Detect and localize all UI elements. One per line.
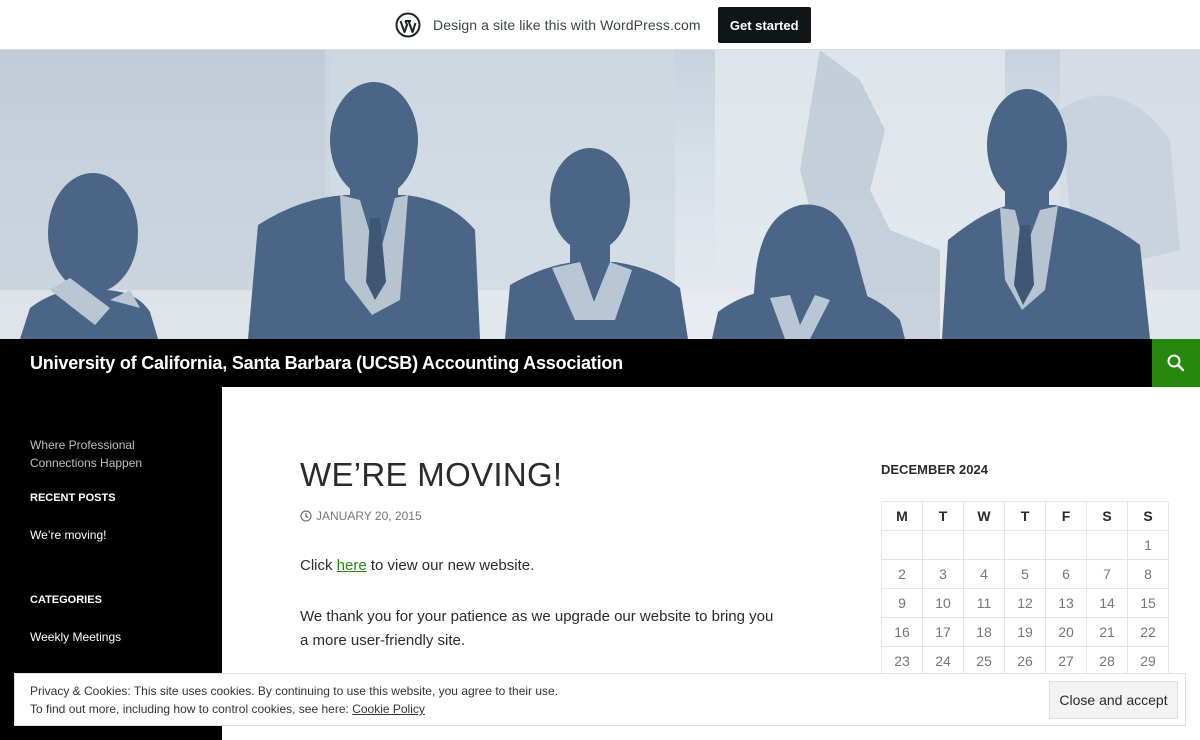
calendar-day-header: S <box>1127 501 1169 531</box>
calendar-day-cell: 19 <box>1004 617 1046 647</box>
cookie-line-2: To find out more, including how to contr… <box>30 700 558 718</box>
calendar-week-row: 1 <box>881 530 1169 560</box>
calendar-day-cell: 10 <box>922 588 964 618</box>
search-toggle-button[interactable] <box>1152 339 1200 387</box>
calendar-day-cell: 8 <box>1127 559 1169 589</box>
calendar-day-cell: 26 <box>1004 646 1046 676</box>
cookie-banner: Privacy & Cookies: This site uses cookie… <box>14 673 1186 726</box>
calendar-day-header: F <box>1045 501 1087 531</box>
calendar-empty-cell <box>1004 530 1046 560</box>
calendar-day-header: S <box>1086 501 1128 531</box>
wordpress-banner: Design a site like this with WordPress.c… <box>0 0 1200 50</box>
calendar-day-cell: 13 <box>1045 588 1087 618</box>
calendar-day-header: T <box>1004 501 1046 531</box>
header-image[interactable] <box>0 50 1200 339</box>
calendar-day-cell: 3 <box>922 559 964 589</box>
calendar-week-row: 16 17 18 19 20 21 22 <box>881 617 1169 647</box>
calendar-day-cell: 21 <box>1086 617 1128 647</box>
calendar-week-row: 9 10 11 12 13 14 15 <box>881 588 1169 618</box>
wordpress-logo-icon[interactable] <box>395 12 421 38</box>
calendar-empty-cell <box>922 530 964 560</box>
site-tagline: Where Professional Connections Happen <box>30 438 143 470</box>
calendar-day-cell: 27 <box>1045 646 1087 676</box>
calendar-day-cell: 6 <box>1045 559 1087 589</box>
wordpress-banner-text[interactable]: Design a site like this with WordPress.c… <box>433 17 701 33</box>
post-paragraph-1: Click here to view our new website. <box>300 557 534 574</box>
calendar-header-row: M T W T F S S <box>881 501 1169 531</box>
calendar-day-cell: 9 <box>881 588 923 618</box>
calendar-day-cell: 25 <box>963 646 1005 676</box>
calendar-day-header: W <box>963 501 1005 531</box>
calendar-day-cell: 15 <box>1127 588 1169 618</box>
calendar-week-row: 23 24 25 26 27 28 29 <box>881 646 1169 676</box>
get-started-button[interactable]: Get started <box>717 7 811 43</box>
calendar-day-cell: 29 <box>1127 646 1169 676</box>
site-header-bar: University of California, Santa Barbara … <box>0 339 1200 387</box>
calendar-day-cell: 28 <box>1086 646 1128 676</box>
calendar-day-cell: 4 <box>963 559 1005 589</box>
header-silhouettes-image <box>0 50 1200 339</box>
p1-after-text: to view our new website. <box>366 557 535 574</box>
calendar-day-cell: 11 <box>963 588 1005 618</box>
calendar-day-cell: 14 <box>1086 588 1128 618</box>
post-date-text: JANUARY 20, 2015 <box>316 509 422 523</box>
calendar-empty-cell <box>1086 530 1128 560</box>
calendar-table: M T W T F S S 1 2 3 4 5 6 7 8 9 10 11 12 13 14 15 16 17 1… <box>881 501 1169 676</box>
post-title[interactable]: WE’RE MOVING! <box>300 456 562 494</box>
calendar-empty-cell <box>1045 530 1087 560</box>
categories-heading: CATEGORIES <box>30 594 102 606</box>
cookie-policy-link[interactable]: Cookie Policy <box>352 702 425 716</box>
calendar-week-row: 2345678 <box>881 559 1169 589</box>
calendar-caption: DECEMBER 2024 <box>881 462 988 477</box>
cookie-line-1: Privacy & Cookies: This site uses cookie… <box>30 684 559 698</box>
calendar-body: 1 2 3 4 5 6 7 8 9 10 11 12 13 14 15 16 17 18 19 20 21 22 23 24 2… <box>881 530 1169 676</box>
category-link-weekly-meetings[interactable]: Weekly Meetings <box>30 630 121 644</box>
calendar-empty-cell <box>881 530 923 560</box>
clock-icon <box>300 510 312 522</box>
cookie-line-2-prefix: To find out more, including how to contr… <box>30 702 353 716</box>
recent-post-link[interactable]: We’re moving! <box>30 528 106 542</box>
post-date[interactable]: JANUARY 20, 2015 <box>300 509 422 523</box>
calendar-day-cell: 20 <box>1045 617 1087 647</box>
cookie-notice-text: Privacy & Cookies: This site uses cookie… <box>30 682 558 718</box>
calendar-day-cell: 7 <box>1086 559 1128 589</box>
search-icon <box>1167 354 1185 372</box>
calendar-day-cell: 18 <box>963 617 1005 647</box>
calendar-day-header: T <box>922 501 964 531</box>
calendar-day-cell: 16 <box>881 617 923 647</box>
post-paragraph-2: We thank you for your patience as we upg… <box>300 608 774 649</box>
calendar-day-cell: 17 <box>922 617 964 647</box>
p1-before-text: Click <box>300 557 337 574</box>
calendar-day-cell: 2 <box>881 559 923 589</box>
calendar-day-cell: 5 <box>1004 559 1046 589</box>
calendar-day-cell: 23 <box>881 646 923 676</box>
calendar-empty-cell <box>963 530 1005 560</box>
calendar-day-cell: 12 <box>1004 588 1046 618</box>
site-title[interactable]: University of California, Santa Barbara … <box>30 339 623 387</box>
calendar-day-header: M <box>881 501 923 531</box>
calendar-day-cell: 22 <box>1127 617 1169 647</box>
calendar-day-cell: 1 <box>1127 530 1169 560</box>
wordpress-banner-content: Design a site like this with WordPress.c… <box>395 7 811 43</box>
new-website-link[interactable]: here <box>337 557 367 574</box>
close-and-accept-button[interactable]: Close and accept <box>1049 681 1178 719</box>
recent-posts-heading: RECENT POSTS <box>30 492 116 504</box>
calendar-day-cell: 24 <box>922 646 964 676</box>
